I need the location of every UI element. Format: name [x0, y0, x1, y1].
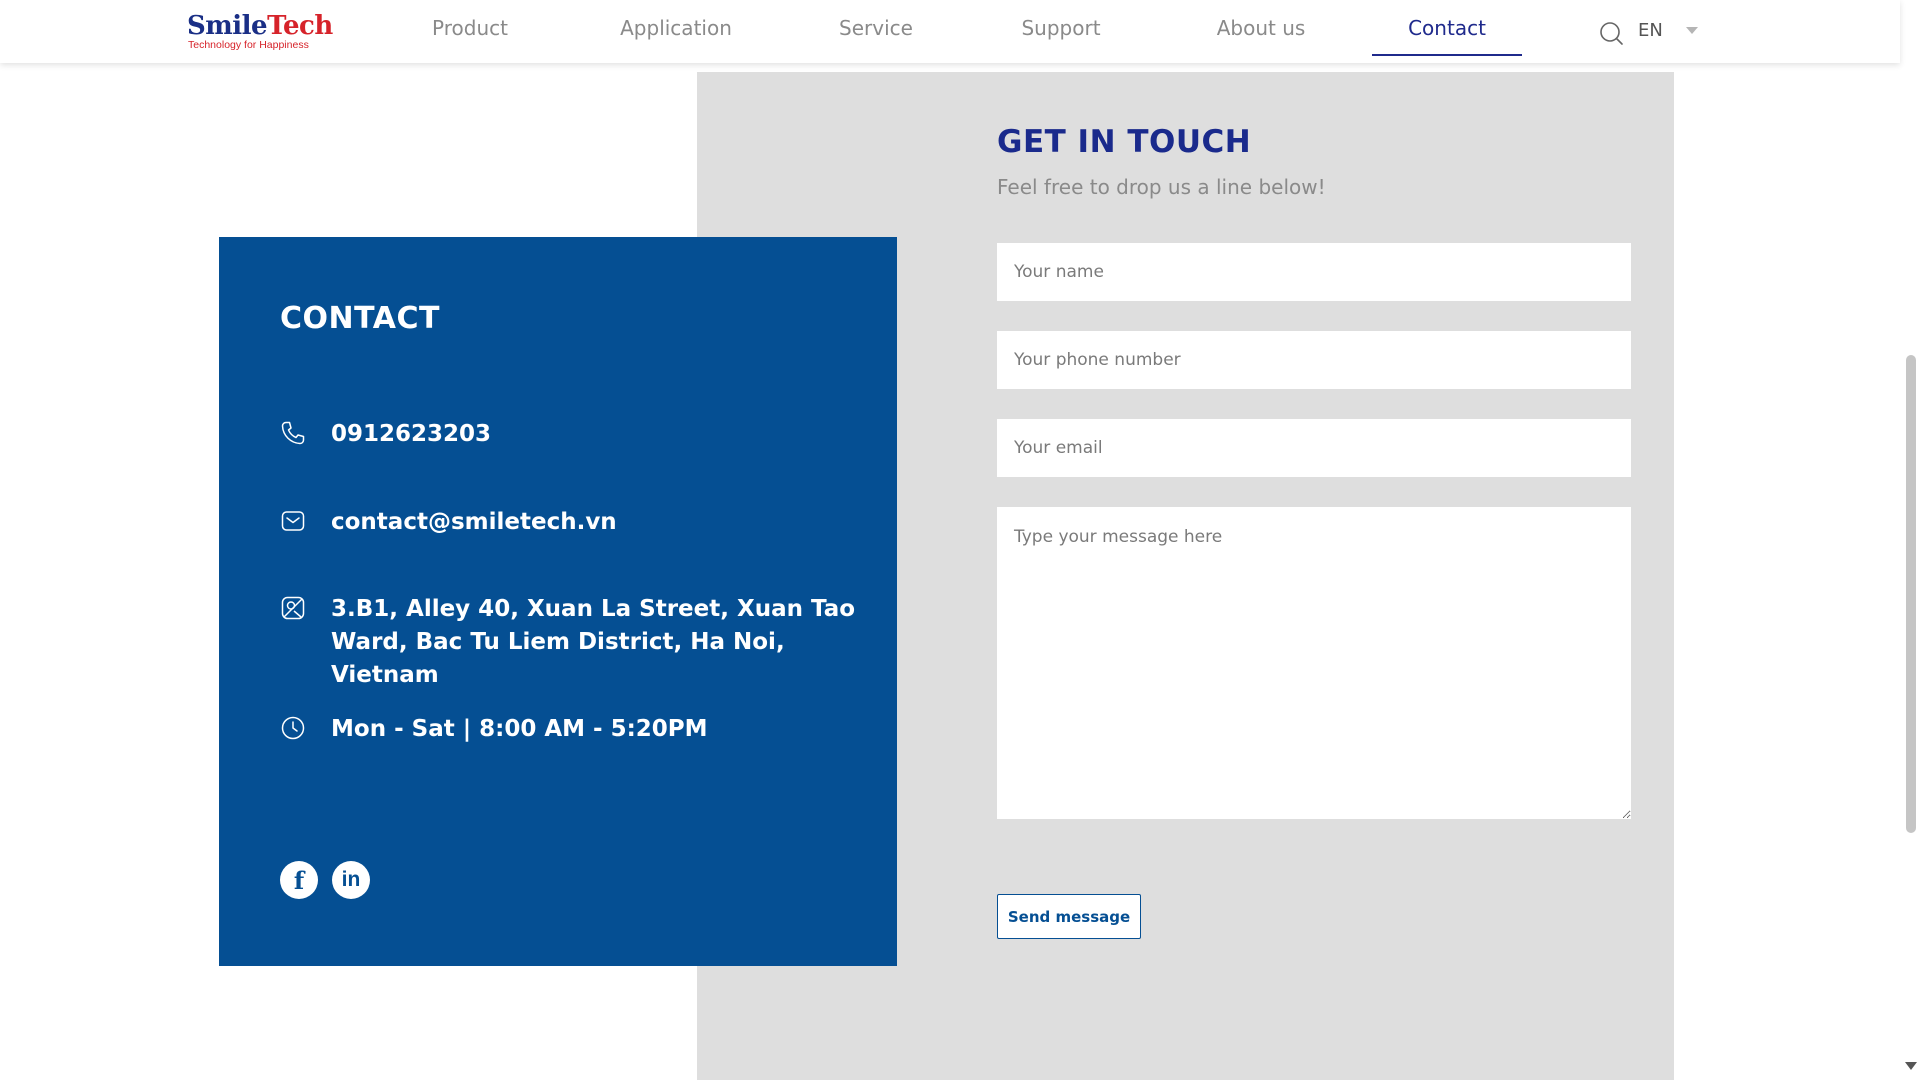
logo[interactable]: SmileTech Technology for Happiness: [187, 11, 333, 52]
contact-address-row: 3.B1, Alley 40, Xuan La Street, Xuan Tao…: [280, 593, 871, 692]
form-title: GET IN TOUCH: [997, 124, 1252, 160]
contact-email-row: contact@smiletech.vn: [280, 506, 617, 539]
clock-icon: [281, 716, 305, 740]
chevron-down-icon[interactable]: [1686, 27, 1698, 34]
contact-address: 3.B1, Alley 40, Xuan La Street, Xuan Tao…: [331, 596, 856, 688]
nav-item-product[interactable]: Product: [430, 16, 510, 56]
contact-phone-row: 0912623203: [280, 418, 491, 451]
contact-phone[interactable]: 0912623203: [331, 418, 491, 451]
linkedin-icon[interactable]: in: [332, 861, 370, 899]
location-icon: [281, 596, 305, 620]
name-input[interactable]: [997, 243, 1631, 301]
nav-item-service[interactable]: Service: [836, 16, 916, 56]
nav-item-support[interactable]: Support: [1018, 16, 1104, 56]
phone-icon: [281, 421, 305, 445]
page-scrollbar[interactable]: [1900, 0, 1920, 1080]
message-textarea[interactable]: [997, 507, 1631, 819]
language-selector[interactable]: EN: [1638, 20, 1663, 41]
facebook-icon[interactable]: f: [280, 861, 318, 899]
send-message-button[interactable]: Send message: [997, 894, 1141, 939]
scrollbar-thumb[interactable]: [1906, 355, 1916, 833]
site-header: SmileTech Technology for Happiness Produ…: [0, 0, 1900, 63]
search-icon[interactable]: [1598, 20, 1624, 46]
contact-title: CONTACT: [280, 301, 440, 336]
contact-hours-row: Mon - Sat | 8:00 AM - 5:20PM: [280, 713, 708, 746]
scroll-down-arrow-icon[interactable]: [1905, 1062, 1917, 1070]
nav-item-contact[interactable]: Contact: [1372, 16, 1522, 56]
mail-icon: [281, 511, 305, 531]
nav-item-application[interactable]: Application: [614, 16, 738, 56]
email-input[interactable]: [997, 419, 1631, 477]
social-links: f in: [280, 861, 370, 899]
form-subtitle: Feel free to drop us a line below!: [997, 175, 1326, 199]
contact-card: CONTACT 0912623203 contact@smiletech.vn …: [219, 237, 897, 966]
logo-wordmark: SmileTech: [187, 11, 333, 41]
contact-email[interactable]: contact@smiletech.vn: [331, 506, 617, 539]
logo-tagline: Technology for Happiness: [188, 39, 309, 51]
phone-input[interactable]: [997, 331, 1631, 389]
nav-item-about-us[interactable]: About us: [1206, 16, 1316, 56]
contact-hours: Mon - Sat | 8:00 AM - 5:20PM: [331, 716, 708, 742]
